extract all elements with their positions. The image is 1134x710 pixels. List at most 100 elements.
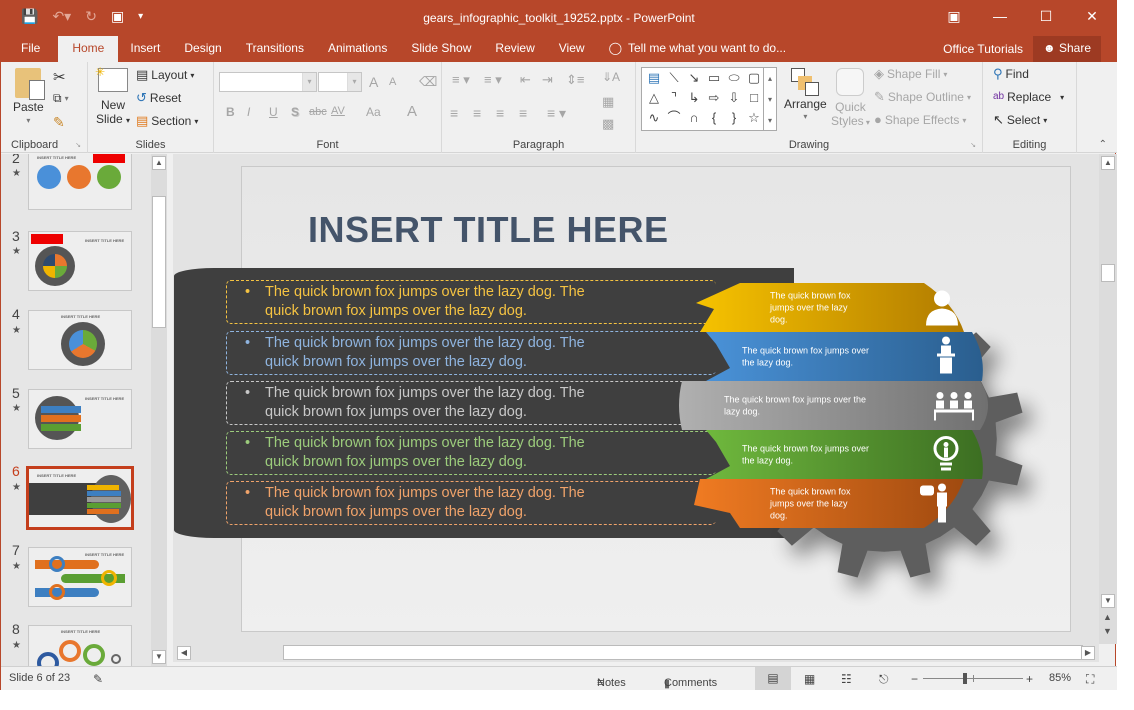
dialog-launcher-icon[interactable]: ↘: [970, 141, 976, 149]
zoom-in-button[interactable]: +: [1026, 672, 1033, 686]
scroll-right-icon[interactable]: ▶: [1081, 646, 1095, 660]
slide-thumbnail-2[interactable]: INSERT TITLE HERE: [28, 154, 132, 210]
oval-shape-icon[interactable]: ⬭: [724, 68, 744, 88]
bullets-icon[interactable]: ≡ ▾: [452, 72, 470, 88]
editor-horizontal-scrollbar[interactable]: ◀ ▶: [173, 644, 1099, 662]
ribbon-display-icon[interactable]: ▣: [931, 6, 977, 26]
section-button[interactable]: ▤ Section ▾: [136, 114, 198, 129]
flowchart-shape-icon[interactable]: □: [744, 88, 764, 108]
previous-slide-icon[interactable]: ▲: [1103, 612, 1112, 622]
text-direction-icon[interactable]: ⇓A: [602, 70, 620, 84]
replace-button[interactable]: ab Replace ▾: [993, 90, 1064, 104]
align-left-icon[interactable]: ≡: [450, 105, 458, 121]
font-size-combo[interactable]: ▾: [318, 72, 362, 92]
next-slide-icon[interactable]: ▼: [1103, 626, 1112, 636]
tab-insert[interactable]: Insert: [118, 36, 172, 62]
smartart-icon[interactable]: ▩: [602, 116, 614, 132]
find-button[interactable]: ⚲ Find: [993, 67, 1029, 82]
shapes-gallery[interactable]: ▤ ⟍ ↘ ▭ ⬭ ▢ △ ⌝ ↳ ⇨ ⇩ □ ∿ ⌒ ∩ { } ☆: [641, 67, 769, 131]
spell-check-icon[interactable]: ✎: [93, 672, 103, 686]
minimize-icon[interactable]: —: [977, 6, 1023, 26]
tab-review[interactable]: Review: [483, 36, 546, 62]
copy-icon[interactable]: ⧉ ▾: [53, 91, 69, 106]
format-painter-icon[interactable]: ✎: [53, 114, 65, 131]
numbering-icon[interactable]: ≡ ▾: [484, 72, 502, 88]
star-shape-icon[interactable]: ☆: [744, 108, 764, 128]
tab-transitions[interactable]: Transitions: [234, 36, 316, 62]
arrange-button[interactable]: Arrange ▾: [784, 68, 827, 121]
scroll-down-icon[interactable]: ▼: [152, 650, 166, 664]
change-case-button[interactable]: Aa: [366, 105, 381, 119]
tab-view[interactable]: View: [547, 36, 597, 62]
normal-view-icon[interactable]: ▤: [755, 667, 791, 690]
line-spacing-icon[interactable]: ⇕≡: [566, 72, 584, 88]
office-tutorials-link[interactable]: Office Tutorials: [943, 42, 1023, 56]
text-shadow-button[interactable]: S: [291, 105, 299, 119]
slide-canvas[interactable]: INSERT TITLE HERE The quick brown fox ju…: [174, 166, 1071, 632]
shape-outline-button[interactable]: ✎ Shape Outline ▾: [874, 90, 971, 105]
zoom-slider-thumb[interactable]: [962, 673, 967, 684]
arc-icon[interactable]: ⌒: [664, 108, 684, 128]
align-text-icon[interactable]: ▦: [602, 94, 614, 110]
maximize-icon[interactable]: ☐: [1023, 6, 1069, 26]
rounded-rect-shape-icon[interactable]: ▢: [744, 68, 764, 88]
scrollbar-thumb[interactable]: [283, 645, 1083, 660]
line-shape-icon[interactable]: ⟍: [664, 68, 684, 88]
shapes-gallery-scroll[interactable]: ▴ ▾ ▾: [763, 67, 777, 131]
slide-thumbnail-6[interactable]: INSERT TITLE HERE: [26, 466, 134, 530]
reading-view-icon[interactable]: ☷: [841, 672, 852, 686]
strikethrough-button[interactable]: abc: [309, 106, 327, 118]
reset-button[interactable]: ↺ Reset: [136, 91, 181, 106]
tab-slide-show[interactable]: Slide Show: [399, 36, 483, 62]
curve-icon[interactable]: ∩: [684, 108, 704, 128]
arrow-line-shape-icon[interactable]: ↘: [684, 68, 704, 88]
triangle-shape-icon[interactable]: △: [644, 88, 664, 108]
underline-button[interactable]: U: [269, 105, 278, 119]
grow-font-icon[interactable]: A: [369, 74, 378, 90]
tell-me-box[interactable]: ◯ Tell me what you want to do...: [597, 36, 799, 62]
fit-to-window-icon[interactable]: ⛶: [1086, 672, 1094, 687]
left-brace-icon[interactable]: {: [704, 108, 724, 128]
freeform-icon[interactable]: ∿: [644, 108, 664, 128]
increase-indent-icon[interactable]: ⇥: [542, 72, 553, 88]
slide-sorter-icon[interactable]: ▦: [804, 672, 815, 686]
character-spacing-button[interactable]: AV: [331, 105, 345, 117]
tab-design[interactable]: Design: [172, 36, 233, 62]
bold-button[interactable]: B: [226, 105, 235, 119]
scroll-left-icon[interactable]: ◀: [177, 646, 191, 660]
dialog-launcher-icon[interactable]: ↘: [75, 141, 81, 149]
close-icon[interactable]: ✕: [1069, 6, 1115, 26]
font-color-button[interactable]: A: [407, 103, 417, 120]
elbow-connector-icon[interactable]: ⌝: [664, 88, 684, 108]
select-button[interactable]: ↖ Select ▾: [993, 113, 1047, 128]
right-arrow-shape-icon[interactable]: ⇨: [704, 88, 724, 108]
new-slide-button[interactable]: ✳ New Slide ▾: [95, 65, 130, 126]
zoom-out-button[interactable]: −: [911, 672, 918, 686]
slide-thumbnail-7[interactable]: INSERT TITLE HERE: [28, 547, 132, 607]
tab-file[interactable]: File: [1, 36, 58, 62]
cut-icon[interactable]: ✂: [53, 68, 66, 86]
quick-styles-button[interactable]: Quick Styles ▾: [831, 68, 870, 128]
italic-button[interactable]: I: [247, 105, 250, 119]
align-right-icon[interactable]: ≡: [496, 105, 504, 121]
justify-icon[interactable]: ≡: [519, 105, 527, 121]
tab-home[interactable]: Home: [58, 36, 119, 62]
slide-thumbnail-3[interactable]: INSERT TITLE HERE: [28, 231, 132, 291]
scrollbar-thumb[interactable]: [152, 196, 166, 328]
share-button[interactable]: ☻ Share: [1032, 36, 1101, 62]
thumbnails-scrollbar[interactable]: ▲ ▼: [151, 154, 167, 666]
slide-thumbnail-8[interactable]: INSERT TITLE HERE: [28, 625, 132, 666]
columns-icon[interactable]: ≡ ▾: [547, 105, 566, 122]
scroll-up-icon[interactable]: ▲: [1101, 156, 1115, 170]
slide-thumbnail-5[interactable]: INSERT TITLE HERE: [28, 389, 132, 449]
elbow-arrow-icon[interactable]: ↳: [684, 88, 704, 108]
tab-animations[interactable]: Animations: [316, 36, 399, 62]
font-name-combo[interactable]: ▾: [219, 72, 317, 92]
right-brace-icon[interactable]: }: [724, 108, 744, 128]
shape-effects-button[interactable]: ● Shape Effects ▾: [874, 113, 966, 128]
scroll-up-icon[interactable]: ▲: [152, 156, 166, 170]
slide-thumbnail-4[interactable]: INSERT TITLE HERE: [28, 310, 132, 370]
decrease-indent-icon[interactable]: ⇤: [520, 72, 531, 88]
slideshow-view-icon[interactable]: ⎋: [879, 672, 889, 687]
layout-button[interactable]: ▤ Layout ▾: [136, 68, 194, 83]
